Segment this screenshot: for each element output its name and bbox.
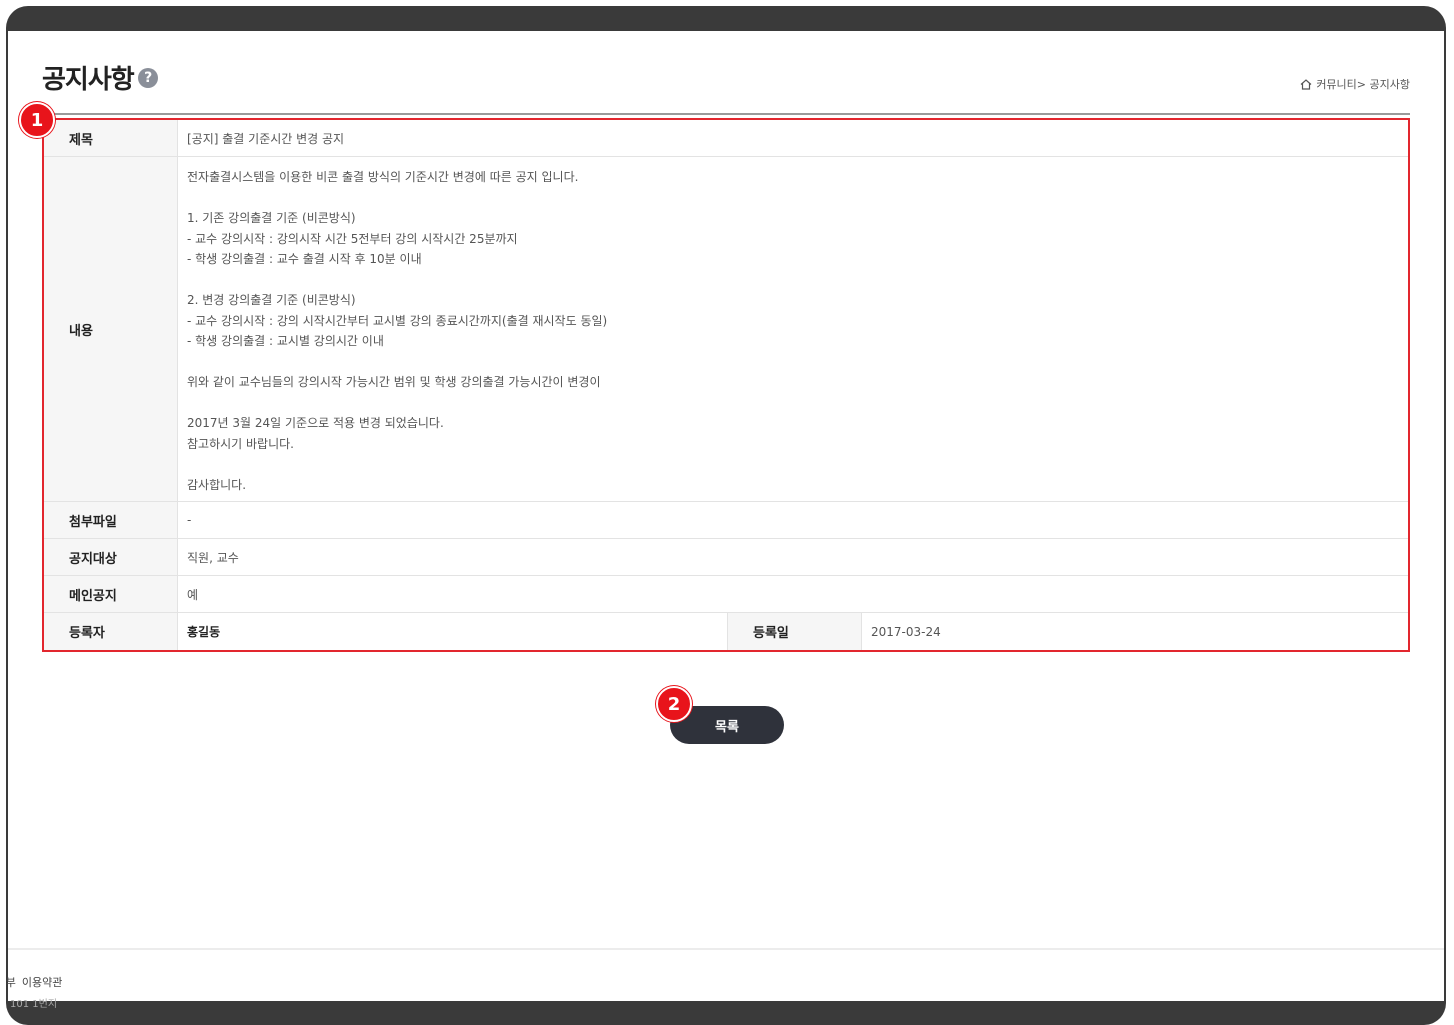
date-label: 등록일 bbox=[728, 613, 862, 650]
date-value: 2017-03-24 bbox=[871, 624, 941, 639]
page-title: 공지사항 ? bbox=[42, 59, 158, 96]
table-row-attachment: 첨부파일 - bbox=[44, 502, 1408, 539]
table-row-content: 내용 전자출결시스템을 이용한 비콘 출결 방식의 기준시간 변경에 따른 공지… bbox=[44, 157, 1408, 502]
table-row-main-notice: 메인공지 예 bbox=[44, 576, 1408, 613]
content-value: 전자출결시스템을 이용한 비콘 출결 방식의 기준시간 변경에 따른 공지 입니… bbox=[178, 157, 1408, 501]
page-title-text: 공지사항 bbox=[42, 65, 135, 95]
footer-link-terms[interactable]: 이용약관 bbox=[22, 974, 62, 990]
footer-address: 101 1번지 bbox=[10, 999, 58, 1010]
content-label: 내용 bbox=[44, 157, 178, 501]
notice-detail-table: 제목 [공지] 출결 기준시간 변경 공지 내용 전자출결시스템을 이용한 비콘… bbox=[42, 118, 1410, 652]
title-value: [공지] 출결 기준시간 변경 공지 bbox=[187, 131, 345, 146]
table-row-title: 제목 [공지] 출결 기준시간 변경 공지 bbox=[44, 120, 1408, 157]
screen: 공지사항 ? 커뮤니티> 공지사항 제목 [공지] 출결 기준시간 변경 공지 … bbox=[6, 31, 1444, 1010]
title-label: 제목 bbox=[44, 120, 178, 156]
footer-links: |부 이용약관 bbox=[6, 974, 62, 990]
table-row-author: 등록자 홍길동 등록일 2017-03-24 bbox=[44, 613, 1408, 650]
main-notice-label: 메인공지 bbox=[44, 576, 178, 612]
attachment-value: - bbox=[187, 513, 192, 527]
target-label: 공지대상 bbox=[44, 539, 178, 575]
home-icon[interactable] bbox=[1300, 78, 1312, 90]
content-text: 전자출결시스템을 이용한 비콘 출결 방식의 기준시간 변경에 따른 공지 입니… bbox=[187, 170, 608, 492]
breadcrumb: 커뮤니티> 공지사항 bbox=[1300, 76, 1410, 92]
author-label: 등록자 bbox=[44, 613, 178, 650]
breadcrumb-text[interactable]: 커뮤니티> 공지사항 bbox=[1316, 76, 1410, 92]
title-divider bbox=[42, 113, 1410, 115]
main-notice-value: 예 bbox=[187, 587, 199, 602]
annotation-badge-2: 2 bbox=[656, 686, 692, 722]
help-icon[interactable]: ? bbox=[137, 67, 158, 88]
table-row-target: 공지대상 직원, 교수 bbox=[44, 539, 1408, 576]
author-value: 홍길동 bbox=[178, 613, 728, 650]
attachment-label: 첨부파일 bbox=[44, 502, 178, 538]
footer-divider bbox=[8, 948, 1444, 950]
device-frame: 공지사항 ? 커뮤니티> 공지사항 제목 [공지] 출결 기준시간 변경 공지 … bbox=[6, 6, 1446, 1025]
annotation-badge-1: 1 bbox=[19, 102, 55, 138]
target-value: 직원, 교수 bbox=[187, 550, 239, 565]
footer-link-privacy[interactable]: |부 bbox=[6, 974, 16, 990]
